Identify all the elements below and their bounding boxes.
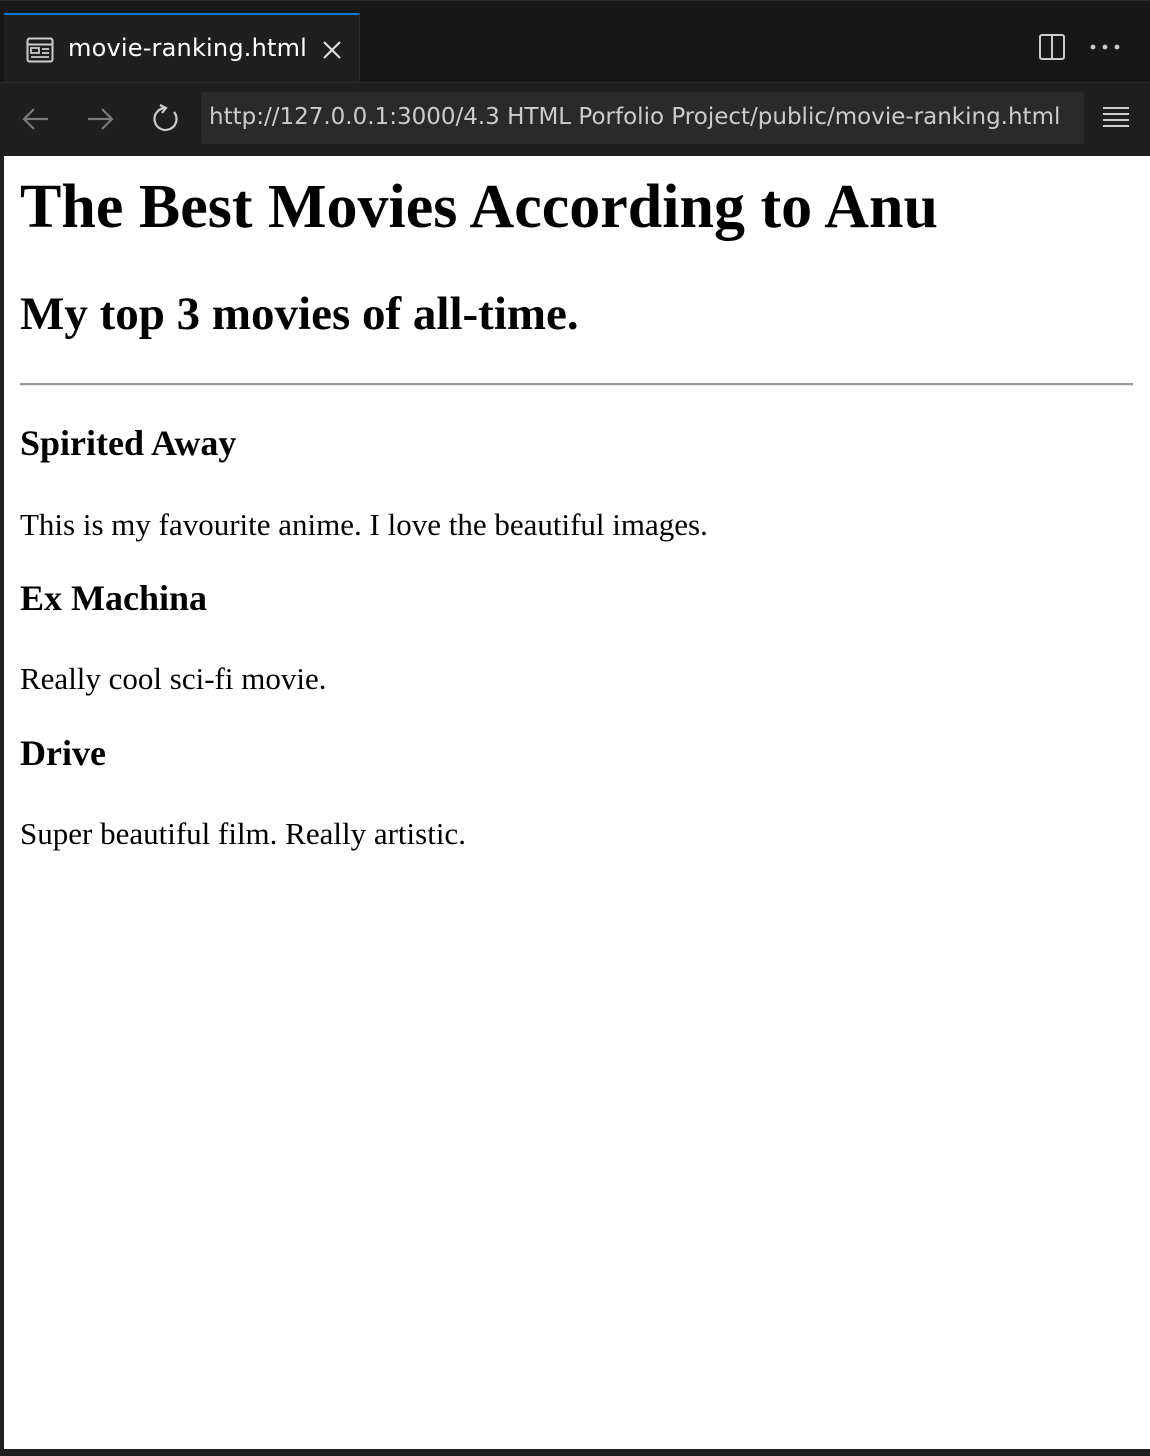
menu-icon[interactable]: [1100, 103, 1132, 133]
tab-movie-ranking[interactable]: movie-ranking.html: [4, 13, 360, 83]
horizontal-rule: [20, 383, 1133, 386]
url-text: http://127.0.0.1:3000/4.3 HTML Porfolio …: [209, 104, 1061, 130]
navigation-bar: http://127.0.0.1:3000/4.3 HTML Porfolio …: [0, 82, 1150, 156]
movie-title: Drive: [20, 733, 106, 773]
arrow-right-icon[interactable]: [82, 101, 118, 137]
close-icon[interactable]: [320, 38, 344, 62]
page-viewport[interactable]: The Best Movies According to Anu My top …: [4, 156, 1150, 1449]
window-bottom-edge: [0, 1449, 1150, 1456]
page-subtitle: My top 3 movies of all-time.: [20, 288, 579, 340]
tab-bar: movie-ranking.html: [0, 0, 1150, 83]
page-title: The Best Movies According to Anu: [20, 173, 938, 241]
preview-icon: [26, 37, 54, 63]
tab-label: movie-ranking.html: [68, 34, 308, 62]
movie-description: Really cool sci-fi movie.: [20, 661, 327, 696]
movie-title: Ex Machina: [20, 578, 208, 618]
movie-description: Super beautiful film. Really artistic.: [20, 816, 466, 851]
movie-description: This is my favourite anime. I love the b…: [20, 507, 708, 542]
split-editor-icon[interactable]: [1038, 33, 1066, 61]
more-actions-icon[interactable]: [1088, 35, 1122, 59]
browser-preview-window: movie-ranking.html http://127.0.0.1:3000…: [0, 0, 1150, 1456]
url-input[interactable]: http://127.0.0.1:3000/4.3 HTML Porfolio …: [201, 92, 1084, 144]
arrow-left-icon[interactable]: [18, 101, 54, 137]
reload-icon[interactable]: [148, 101, 184, 137]
movie-title: Spirited Away: [20, 423, 237, 463]
